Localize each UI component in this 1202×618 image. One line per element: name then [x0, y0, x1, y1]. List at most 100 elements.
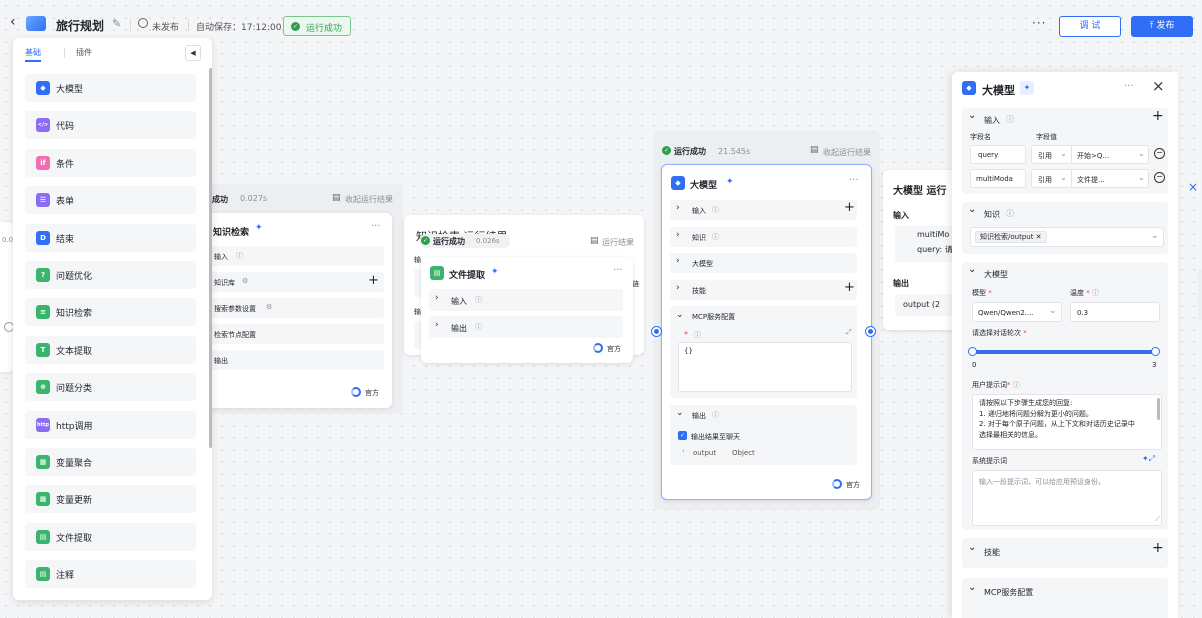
required-mark: *	[684, 330, 688, 339]
more-icon[interactable]: ···	[613, 265, 623, 276]
kr-row-search[interactable]: 搜索参数设置 ⚙	[210, 298, 384, 318]
llm-row-knowledge[interactable]: › 知识 ⓘ	[670, 227, 857, 247]
palette-item[interactable]: ? 问题优化	[25, 261, 196, 289]
debug-button[interactable]: 调 试	[1059, 16, 1121, 37]
more-icon[interactable]: ···	[1124, 81, 1134, 92]
chevron-down-icon[interactable]: ⌄	[968, 110, 976, 121]
field-value-select[interactable]: 引用 ⌄ 文件提... ⌄	[1031, 169, 1149, 188]
add-icon[interactable]: +	[368, 273, 379, 288]
more-icon[interactable]: ···	[1032, 16, 1046, 30]
knowledge-select[interactable]: 知识检索/output ✕ ⌄	[970, 227, 1164, 247]
chevron-down-icon: ⌄	[676, 310, 684, 320]
kr-row-kb[interactable]: 知识库 ⚙ +	[210, 272, 384, 292]
fe-node-title: 文件提取	[449, 271, 486, 281]
input-port[interactable]	[652, 327, 661, 336]
chevron-down-icon[interactable]: ⌄	[968, 542, 976, 553]
palette-item[interactable]: ◆ 大模型	[25, 74, 196, 102]
publish-button[interactable]: ⤒ 发布	[1131, 16, 1193, 37]
offscreen-node[interactable]: 0.0	[0, 222, 14, 372]
scrollbar[interactable]	[209, 68, 212, 448]
palette-item[interactable]: if 条件	[25, 148, 196, 177]
field-value-select[interactable]: 引用 ⌄ 开始>Q... ⌄	[1031, 145, 1149, 164]
checkbox-checked[interactable]: ✓	[678, 431, 687, 440]
fe-row-input[interactable]: › 输入 ⓘ	[429, 289, 623, 311]
more-icon[interactable]: ···	[371, 221, 381, 232]
placeholder: 输入一段提示词，可以给应用预设身份。	[979, 478, 1105, 486]
palette-item[interactable]: http http调用	[25, 410, 196, 439]
system-prompt-textarea[interactable]: 输入一段提示词，可以给应用预设身份。 ⟋	[972, 470, 1162, 526]
palette-item[interactable]: </> 代码	[25, 111, 196, 140]
kr-node[interactable]: 知识检索 ✦ ··· 输入 ⓘ 知识库 ⚙ + 搜索参数设置 ⚙ 检索节点配置 输出 官…	[205, 213, 392, 408]
expand-icon[interactable]: ⤢	[846, 328, 852, 337]
close-icon[interactable]: ×	[1152, 77, 1165, 95]
palette-item[interactable]: ≡ 知识检索	[25, 298, 196, 327]
publish-state: 未发布	[152, 23, 180, 33]
palette-item[interactable]: ▤ 注释	[25, 560, 196, 589]
llm-row-model[interactable]: › 大模型	[670, 253, 857, 273]
kr-row-output[interactable]: 输出	[210, 350, 384, 370]
back-icon[interactable]: ‹	[10, 14, 16, 30]
palette-item[interactable]: ⊕ 问题分类	[25, 373, 196, 402]
remove-field-icon[interactable]: −	[1154, 148, 1165, 159]
prompt-line: 2. 对于每个原子问题，从上下文和对话历史记录中	[979, 420, 1135, 428]
palette-item[interactable]: ▦ 变量聚合	[25, 448, 196, 476]
chevron-down-icon[interactable]: ⌄	[968, 264, 976, 275]
palette-item[interactable]: ▦ 变量更新	[25, 485, 196, 514]
success-icon: ✓	[662, 146, 671, 155]
remove-field-icon[interactable]: −	[1154, 172, 1165, 183]
add-field-icon[interactable]: +	[1152, 108, 1164, 124]
field-name-input[interactable]: multiModa	[970, 169, 1026, 188]
fe-node[interactable]: ▤ 文件提取 ✦ ··· › 输入 ⓘ › 输出 ⓘ 官方	[421, 257, 633, 363]
llm-node[interactable]: ◆ 大模型 ✦ ··· › 输入 ⓘ + › 知识 ⓘ › 大模型 › 技能 + ⌄ MCP服务…	[661, 164, 872, 500]
more-icon[interactable]: ···	[849, 175, 859, 186]
add-icon[interactable]: +	[844, 200, 855, 215]
palette-item-label: 结束	[56, 234, 75, 245]
kr-result-collapse[interactable]: 运行结果	[602, 237, 634, 248]
file-extract-icon: ▤	[430, 266, 444, 280]
temp-label: 温度 * ⓘ	[1070, 289, 1099, 297]
temperature-input[interactable]: 0.3	[1070, 302, 1160, 322]
field-name-input[interactable]: query	[970, 145, 1026, 164]
slider-handle[interactable]	[1151, 347, 1160, 356]
kr-row-input[interactable]: 输入 ⓘ	[210, 246, 384, 266]
close-icon[interactable]: ×	[1188, 180, 1198, 194]
kr-collapse-button[interactable]: 收起运行结果	[345, 194, 393, 205]
resize-handle-icon[interactable]: ⟋	[1155, 515, 1160, 524]
ai-optimize-icon[interactable]: ✦⤢	[1142, 454, 1155, 464]
model-select[interactable]: Qwen/Qwen2.... ⌄	[972, 302, 1062, 322]
palette-item-label: 大模型	[56, 85, 84, 95]
kr-status: 成功	[212, 195, 228, 204]
chevron-down-icon: ⌄	[1138, 173, 1145, 182]
add-icon[interactable]: +	[844, 280, 855, 295]
add-skill-icon[interactable]: +	[1152, 540, 1164, 556]
kr-row-config[interactable]: 检索节点配置	[210, 324, 384, 344]
fe-row-output[interactable]: › 输出 ⓘ	[429, 316, 623, 338]
output-label: 输出	[692, 412, 706, 420]
chevron-down-icon[interactable]: ⌄	[968, 582, 976, 593]
palette-item[interactable]: D 结束	[25, 223, 196, 252]
edit-icon[interactable]: ✎	[112, 17, 121, 30]
slider-min-handle[interactable]	[968, 347, 977, 356]
rounds-slider[interactable]	[968, 347, 1160, 356]
tab-plugins[interactable]: 插件	[76, 47, 92, 58]
row-label: 知识库	[214, 279, 235, 287]
field-value: 开始>Q...	[1077, 152, 1110, 160]
mcp-textarea[interactable]: {}	[678, 342, 852, 392]
llm-status: 运行成功	[674, 147, 706, 156]
output-port[interactable]	[866, 327, 875, 336]
user-prompt-textarea[interactable]: 请按照以下步骤生成您的回复: 1. 递归地将问题分解为更小的问题。 2. 对于每个原…	[972, 394, 1162, 450]
llm-collapse-button[interactable]: 收起运行结果	[823, 147, 871, 158]
scrollbar[interactable]	[1157, 398, 1160, 420]
palette-item-label: 变量聚合	[56, 459, 93, 469]
pin-icon[interactable]: ✦	[1020, 81, 1034, 95]
tab-basic[interactable]: 基础	[25, 47, 41, 62]
palette-item[interactable]: ☰ 表单	[25, 186, 196, 215]
llm-row-input[interactable]: › 输入 ⓘ +	[670, 200, 857, 220]
chevron-down-icon[interactable]: ⌄	[968, 204, 976, 215]
collapse-palette-button[interactable]: ◀	[185, 45, 201, 61]
palette-item[interactable]: ▤ 文件提取	[25, 522, 196, 551]
llm-row-skills[interactable]: › 技能 +	[670, 280, 857, 300]
palette-item-label: 文件提取	[56, 533, 93, 544]
divider	[130, 19, 131, 31]
palette-item[interactable]: T 文本提取	[25, 335, 196, 364]
